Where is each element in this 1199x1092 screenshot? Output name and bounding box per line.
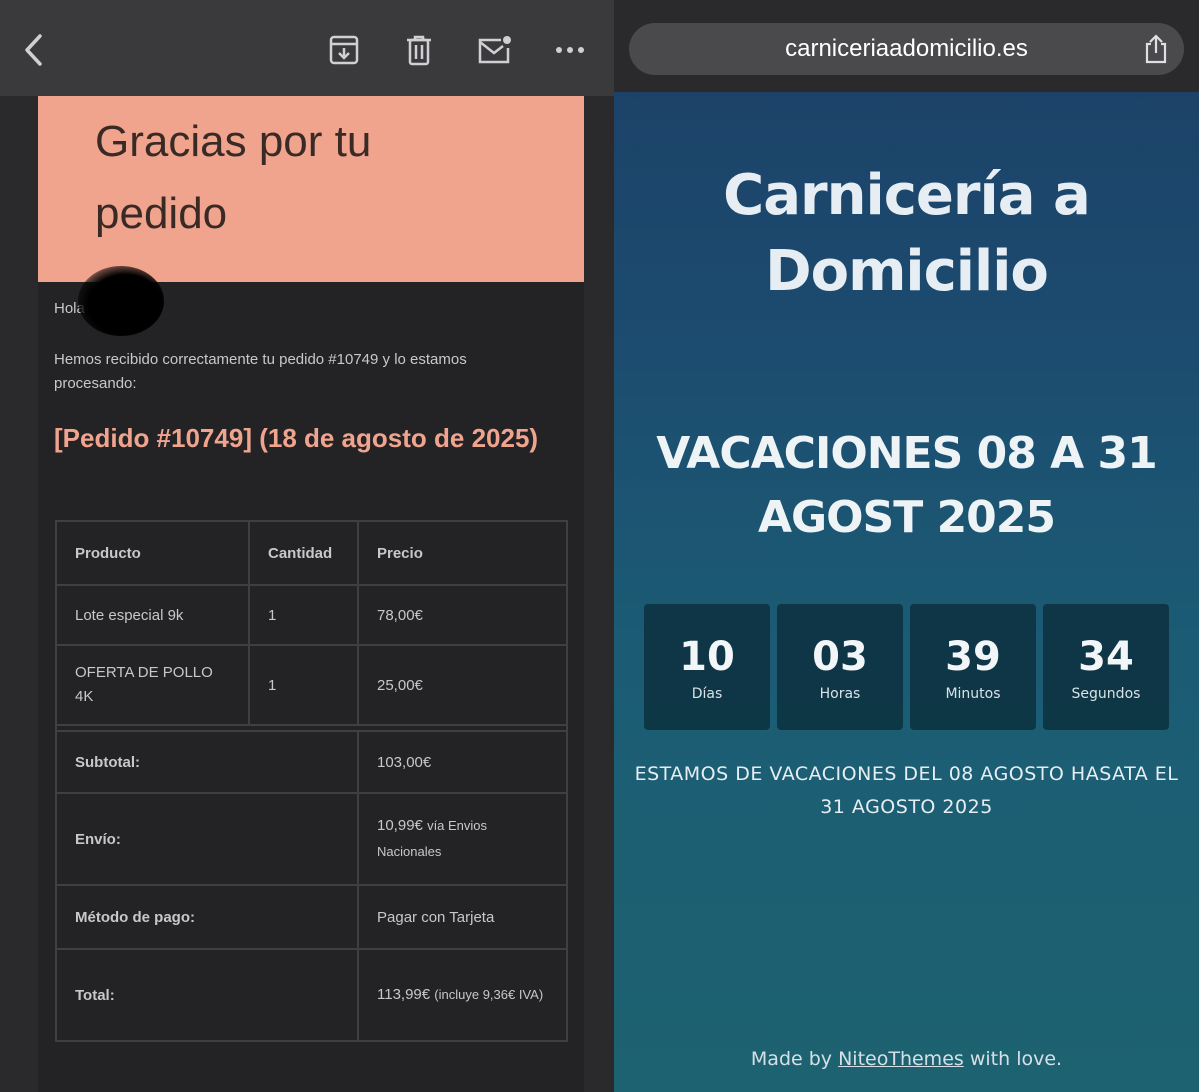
shipping-label: Envío:	[55, 792, 359, 886]
table-row: OFERTA DE POLLO 4K 1 25,00€	[55, 644, 568, 726]
shipping-row: Envío: 10,99€ vía Envios Nacionales	[55, 792, 568, 886]
countdown-timer: 10 Días 03 Horas 39 Minutos 34 Segundos	[644, 604, 1169, 730]
payment-value: Pagar con Tarjeta	[357, 884, 568, 950]
payment-label: Método de pago:	[55, 884, 359, 950]
subtotal-label: Subtotal:	[55, 730, 359, 794]
countdown-hours-value: 03	[812, 634, 868, 680]
item-quantity: 1	[248, 584, 359, 646]
payment-row: Método de pago: Pagar con Tarjeta	[55, 884, 568, 950]
shipping-value: 10,99€	[377, 817, 423, 834]
item-price: 78,00€	[357, 584, 568, 646]
total-label: Total:	[55, 948, 359, 1042]
total-row: Total: 113,99€ (incluye 9,36€ IVA)	[55, 948, 568, 1042]
vacation-title: VACACIONES 08 A 31 AGOST 2025	[656, 428, 1158, 543]
column-header-quantity: Cantidad	[248, 520, 359, 586]
item-price: 25,00€	[357, 644, 568, 726]
share-icon[interactable]	[1140, 33, 1172, 65]
footer-credit-link[interactable]: NiteoThemes	[838, 1048, 964, 1070]
item-product: Lote especial 9k	[55, 584, 250, 646]
subtotal-row: Subtotal: 103,00€	[55, 730, 568, 794]
order-table: Producto Cantidad Precio Lote especial 9…	[55, 520, 568, 1042]
countdown-days-value: 10	[679, 634, 735, 680]
column-header-price: Precio	[357, 520, 568, 586]
archive-icon[interactable]	[324, 30, 364, 70]
url-text[interactable]: carniceriaadomicilio.es	[629, 23, 1184, 75]
countdown-hours: 03 Horas	[777, 604, 903, 730]
footer-suffix: with love.	[969, 1048, 1063, 1070]
item-product: OFERTA DE POLLO 4K	[55, 644, 250, 726]
address-bar[interactable]: carniceriaadomicilio.es	[629, 23, 1184, 75]
browser-toolbar: carniceriaadomicilio.es	[614, 0, 1199, 92]
countdown-minutes-label: Minutos	[945, 686, 1001, 702]
mail-toolbar	[0, 0, 614, 96]
mark-unread-icon[interactable]	[475, 30, 515, 70]
item-quantity: 1	[248, 644, 359, 726]
column-header-product: Producto	[55, 520, 250, 586]
total-cell: 113,99€ (incluye 9,36€ IVA)	[357, 948, 568, 1042]
countdown-minutes-value: 39	[945, 634, 1001, 680]
trash-icon[interactable]	[399, 30, 439, 70]
countdown-seconds-label: Segundos	[1071, 686, 1141, 702]
email-intro-text: Hemos recibido correctamente tu pedido #…	[54, 351, 467, 392]
table-header-row: Producto Cantidad Precio	[55, 520, 568, 586]
countdown-seconds-value: 34	[1078, 634, 1134, 680]
site-footer: Made by NiteoThemes with love.	[614, 1048, 1199, 1070]
email-hero-title: Gracias por tu pedido	[95, 117, 372, 238]
mail-app-pane: Gracias por tu pedido Hola Hemos recibid…	[0, 0, 614, 1092]
total-value: 113,99€	[377, 986, 431, 1003]
subtotal-value: 103,00€	[357, 730, 568, 794]
browser-pane: carniceriaadomicilio.es Carnicería a Dom…	[614, 0, 1199, 1092]
more-icon[interactable]	[550, 30, 590, 70]
countdown-days: 10 Días	[644, 604, 770, 730]
email-body: Gracias por tu pedido Hola Hemos recibid…	[38, 96, 584, 1092]
email-hero-banner: Gracias por tu pedido	[38, 96, 584, 282]
countdown-hours-label: Horas	[819, 686, 861, 702]
order-heading: [Pedido #10749] (18 de agosto de 2025)	[54, 423, 539, 453]
countdown-seconds: 34 Segundos	[1043, 604, 1169, 730]
total-tax-note: (incluye 9,36€ IVA)	[434, 987, 544, 1002]
back-chevron-icon[interactable]	[14, 30, 54, 70]
table-row: Lote especial 9k 1 78,00€	[55, 584, 568, 646]
vacation-message: ESTAMOS DE VACACIONES DEL 08 AGOSTO HASA…	[634, 763, 1179, 818]
footer-prefix: Made by	[750, 1048, 833, 1070]
countdown-days-label: Días	[691, 686, 723, 702]
shipping-cell: 10,99€ vía Envios Nacionales	[357, 792, 568, 886]
site-title: Carnicería a Domicilio	[723, 163, 1091, 304]
redaction-blob	[78, 266, 164, 336]
countdown-minutes: 39 Minutos	[910, 604, 1036, 730]
